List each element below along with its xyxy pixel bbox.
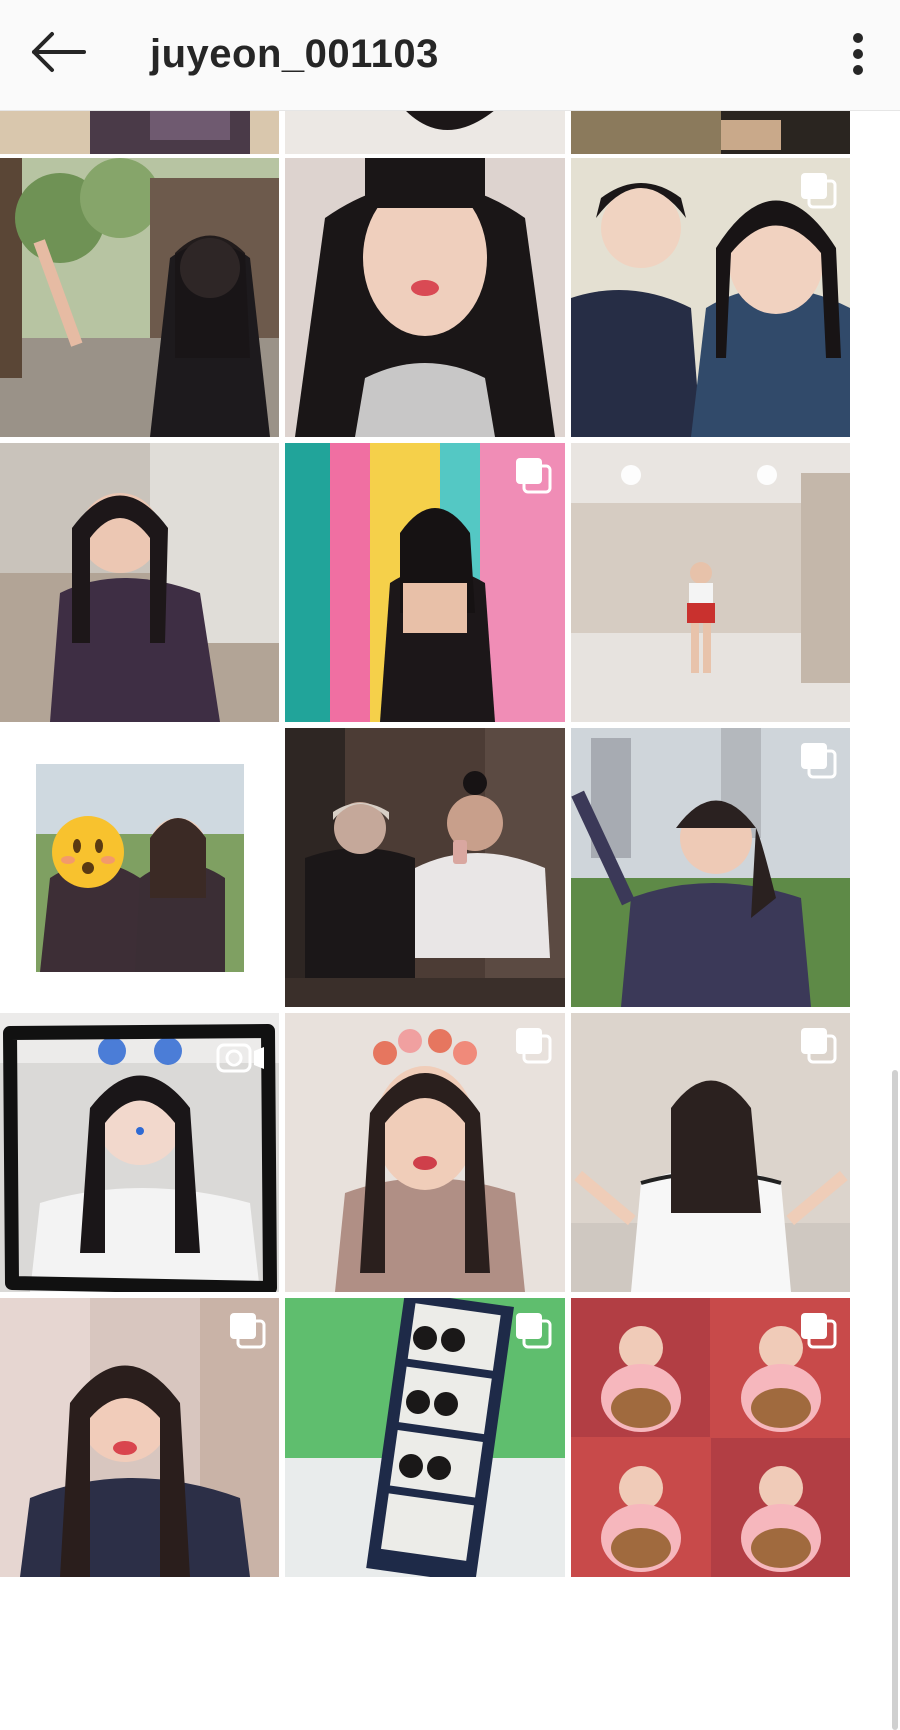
grid-post-r2c3[interactable]: [571, 443, 850, 722]
profile-username-title: juyeon_001103: [150, 32, 439, 76]
grid-post-r5c2[interactable]: [285, 1298, 565, 1577]
grid-post-r4c2[interactable]: [285, 1013, 565, 1292]
top-bar: juyeon_001103: [0, 0, 900, 111]
grid-post-partial-2[interactable]: [285, 110, 565, 154]
grid-post-r1c2[interactable]: [285, 158, 565, 437]
back-button[interactable]: [22, 26, 94, 82]
emoji-sticker-icon: [52, 816, 124, 888]
grid-post-r3c3[interactable]: [571, 728, 850, 1007]
grid-post-partial-3[interactable]: [571, 110, 850, 154]
more-options-button[interactable]: [834, 26, 882, 84]
multiple-photos-icon: [516, 458, 552, 494]
grid-post-r5c1[interactable]: [0, 1298, 279, 1577]
grid-post-r3c1[interactable]: [0, 728, 279, 1007]
grid-post-partial-1[interactable]: [0, 110, 279, 154]
more-vertical-icon: [853, 33, 863, 75]
multiple-photos-icon: [230, 1313, 266, 1349]
grid-post-r2c1[interactable]: [0, 443, 279, 722]
scrollbar[interactable]: [892, 1070, 898, 1730]
arrow-left-icon: [32, 32, 86, 72]
multiple-photos-icon: [801, 743, 837, 779]
grid-post-r2c2[interactable]: [285, 443, 565, 722]
multiple-photos-icon: [801, 173, 837, 209]
grid-post-r1c1[interactable]: [0, 158, 279, 437]
multiple-photos-icon: [516, 1313, 552, 1349]
grid-post-r4c1[interactable]: [0, 1013, 279, 1292]
grid-post-r4c3[interactable]: [571, 1013, 850, 1292]
grid-post-r1c3[interactable]: [571, 158, 850, 437]
photo-grid: [0, 110, 900, 1730]
grid-post-r3c2[interactable]: [285, 728, 565, 1007]
multiple-photos-icon: [801, 1028, 837, 1064]
camera-sticker-icon: [216, 1043, 264, 1073]
grid-post-r5c3[interactable]: [571, 1298, 850, 1577]
multiple-photos-icon: [801, 1313, 837, 1349]
multiple-photos-icon: [516, 1028, 552, 1064]
